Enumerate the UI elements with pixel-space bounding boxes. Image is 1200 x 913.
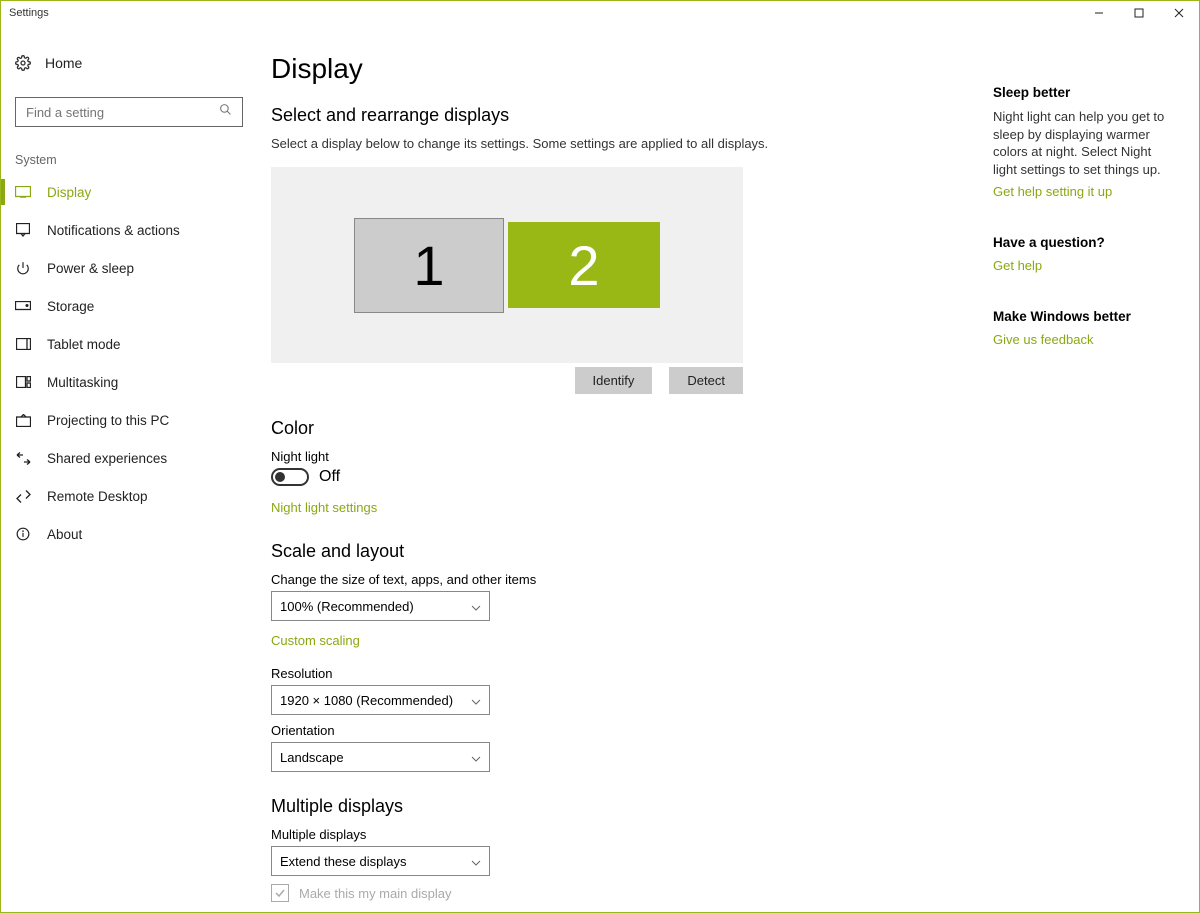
detect-button[interactable]: Detect — [669, 367, 743, 394]
main-display-checkbox-row: Make this my main display — [271, 884, 993, 902]
sidebar-item-label: Display — [47, 185, 91, 200]
sidebar-item-label: Notifications & actions — [47, 223, 180, 238]
night-light-label: Night light — [271, 449, 993, 464]
notifications-icon — [15, 222, 31, 238]
sidebar-item-label: Power & sleep — [47, 261, 134, 276]
arrange-description: Select a display below to change its set… — [271, 136, 993, 151]
scale-value: 100% (Recommended) — [280, 599, 414, 614]
main-display-checkbox[interactable] — [271, 884, 289, 902]
resolution-select[interactable]: 1920 × 1080 (Recommended) — [271, 685, 490, 715]
sidebar: Home System Display Notifications & acti… — [1, 25, 257, 912]
main-content: Display Select and rearrange displays Se… — [257, 25, 993, 912]
main-display-checkbox-label: Make this my main display — [299, 886, 451, 901]
multiple-value: Extend these displays — [280, 854, 406, 869]
sidebar-item-label: About — [47, 527, 82, 542]
orientation-label: Orientation — [271, 723, 993, 738]
sleep-better-header: Sleep better — [993, 85, 1173, 100]
orientation-value: Landscape — [280, 750, 344, 765]
identify-button[interactable]: Identify — [575, 367, 653, 394]
chevron-down-icon — [471, 693, 481, 708]
sidebar-item-shared[interactable]: Shared experiences — [1, 439, 257, 477]
close-button[interactable] — [1159, 1, 1199, 25]
sidebar-item-label: Projecting to this PC — [47, 413, 169, 428]
shared-icon — [15, 450, 31, 466]
scale-header: Scale and layout — [271, 541, 993, 562]
sidebar-item-label: Storage — [47, 299, 94, 314]
scale-select[interactable]: 100% (Recommended) — [271, 591, 490, 621]
chevron-down-icon — [471, 599, 481, 614]
night-light-state: Off — [319, 468, 340, 486]
about-icon — [15, 526, 31, 542]
multiple-label: Multiple displays — [271, 827, 993, 842]
power-icon — [15, 260, 31, 276]
maximize-button[interactable] — [1119, 1, 1159, 25]
monitor-1[interactable]: 1 — [354, 218, 504, 313]
search-field[interactable] — [26, 105, 219, 120]
search-icon — [219, 103, 232, 121]
remote-icon — [15, 488, 31, 504]
resolution-label: Resolution — [271, 666, 993, 681]
sidebar-item-label: Multitasking — [47, 375, 118, 390]
home-label: Home — [45, 55, 82, 71]
sleep-better-body: Night light can help you get to sleep by… — [993, 108, 1173, 178]
titlebar: Settings — [1, 1, 1199, 25]
sidebar-item-about[interactable]: About — [1, 515, 257, 553]
sidebar-item-label: Shared experiences — [47, 451, 167, 466]
sidebar-item-notifications[interactable]: Notifications & actions — [1, 211, 257, 249]
section-header: System — [1, 139, 257, 173]
sidebar-item-multitasking[interactable]: Multitasking — [1, 363, 257, 401]
color-header: Color — [271, 418, 993, 439]
sidebar-item-label: Remote Desktop — [47, 489, 148, 504]
minimize-button[interactable] — [1079, 1, 1119, 25]
sidebar-item-projecting[interactable]: Projecting to this PC — [1, 401, 257, 439]
multitasking-icon — [15, 374, 31, 390]
help-panel: Sleep better Night light can help you ge… — [993, 25, 1199, 912]
question-header: Have a question? — [993, 235, 1173, 250]
night-light-toggle[interactable] — [271, 468, 309, 486]
tablet-icon — [15, 336, 31, 352]
display-icon — [15, 184, 31, 200]
home-button[interactable]: Home — [1, 47, 257, 79]
get-help-link[interactable]: Get help — [993, 258, 1173, 273]
custom-scaling-link[interactable]: Custom scaling — [271, 633, 360, 648]
storage-icon — [15, 298, 31, 314]
sidebar-item-display[interactable]: Display — [1, 173, 257, 211]
sidebar-item-tablet[interactable]: Tablet mode — [1, 325, 257, 363]
window-controls — [1079, 1, 1199, 25]
sidebar-item-remote[interactable]: Remote Desktop — [1, 477, 257, 515]
chevron-down-icon — [471, 750, 481, 765]
feedback-header: Make Windows better — [993, 309, 1173, 324]
scale-description: Change the size of text, apps, and other… — [271, 572, 993, 587]
night-light-settings-link[interactable]: Night light settings — [271, 500, 377, 515]
feedback-link[interactable]: Give us feedback — [993, 332, 1173, 347]
resolution-value: 1920 × 1080 (Recommended) — [280, 693, 453, 708]
gear-icon — [15, 55, 31, 71]
chevron-down-icon — [471, 854, 481, 869]
multiple-header: Multiple displays — [271, 796, 993, 817]
sidebar-item-storage[interactable]: Storage — [1, 287, 257, 325]
display-arrangement-area[interactable]: 1 2 — [271, 167, 743, 363]
projecting-icon — [15, 412, 31, 428]
window-title: Settings — [9, 7, 49, 19]
sleep-better-link[interactable]: Get help setting it up — [993, 184, 1173, 199]
arrange-header: Select and rearrange displays — [271, 105, 993, 126]
search-input[interactable] — [15, 97, 243, 127]
monitor-2[interactable]: 2 — [508, 222, 660, 308]
multiple-displays-select[interactable]: Extend these displays — [271, 846, 490, 876]
orientation-select[interactable]: Landscape — [271, 742, 490, 772]
page-title: Display — [271, 53, 993, 85]
sidebar-item-label: Tablet mode — [47, 337, 121, 352]
sidebar-item-power[interactable]: Power & sleep — [1, 249, 257, 287]
